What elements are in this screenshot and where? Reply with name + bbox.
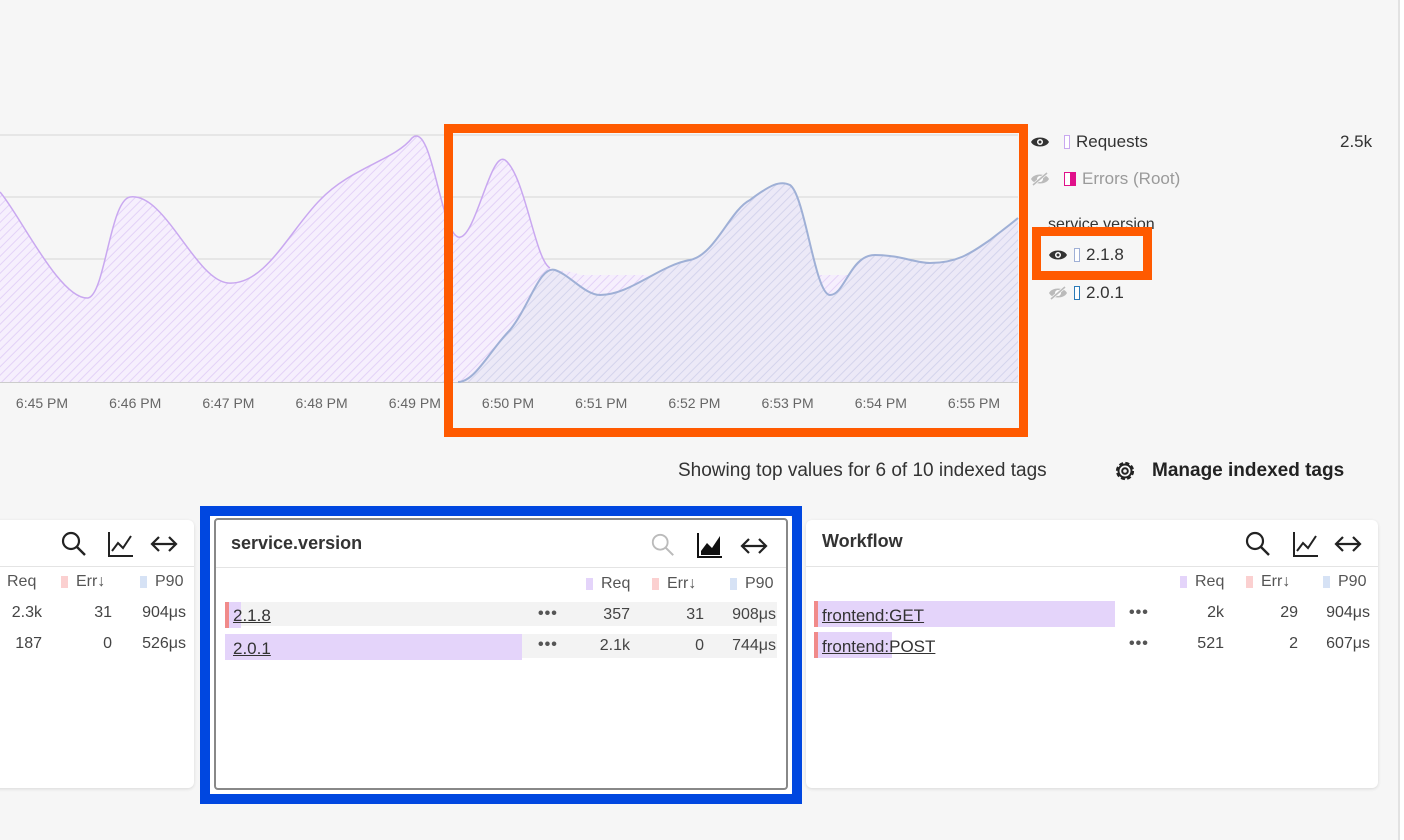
highlight-service-version-card — [200, 506, 802, 804]
tag-card-left: Req Err↓ P90 2.3k 31 904μs 187 0 526μs — [0, 520, 194, 788]
highlight-legend-version-218 — [1032, 227, 1152, 280]
errors-swatch — [1064, 172, 1076, 186]
line-chart-icon[interactable] — [107, 530, 135, 558]
legend-item-requests[interactable]: Requests — [1030, 132, 1148, 152]
gear-icon — [1115, 461, 1135, 481]
row1-req: 2.3k — [11, 604, 42, 621]
row2-req: 187 — [15, 635, 42, 652]
row1-err: 29 — [1280, 604, 1298, 621]
x-tick-label: 6:46 PM — [109, 395, 161, 411]
row1-p90: 904μs — [1326, 604, 1370, 621]
x-tick-label: 6:45 PM — [16, 395, 68, 411]
more-options-icon[interactable]: ••• — [1129, 635, 1149, 653]
tag-card-workflow: Workflow Req Err↓ P90 frontend:GET ••• 2… — [806, 520, 1378, 788]
x-tick-label: 6:47 PM — [202, 395, 254, 411]
row2-p90: 526μs — [142, 635, 186, 652]
col-head-req[interactable]: Req — [0, 573, 36, 591]
legend-item-version-201[interactable]: 2.0.1 — [1048, 283, 1124, 303]
x-tick-label: 6:48 PM — [296, 395, 348, 411]
row1-req: 2k — [1207, 604, 1224, 621]
col-head-p90[interactable]: P90 — [140, 573, 183, 591]
eye-slash-icon[interactable] — [1030, 172, 1050, 186]
x-tick-label: 6:49 PM — [389, 395, 441, 411]
indexed-tags-summary: Showing top values for 6 of 10 indexed t… — [678, 460, 1047, 481]
page: 6:45 PM 6:46 PM 6:47 PM 6:48 PM 6:49 PM 6:50 … — [0, 0, 1404, 840]
col-head-req[interactable]: Req — [1180, 573, 1224, 591]
eye-icon[interactable] — [1030, 135, 1050, 149]
more-options-icon[interactable]: ••• — [1129, 604, 1149, 622]
manage-indexed-tags-label: Manage indexed tags — [1152, 460, 1345, 481]
card-divider — [0, 566, 194, 567]
requests-swatch — [1064, 135, 1070, 149]
error-indicator — [814, 601, 818, 627]
legend-version-201-label: 2.0.1 — [1086, 283, 1124, 302]
card-title: Workflow — [822, 531, 903, 551]
legend-requests-label: Requests — [1076, 132, 1148, 151]
expand-horizontal-icon[interactable] — [149, 532, 179, 556]
row2-req: 521 — [1197, 635, 1224, 652]
version-201-swatch — [1074, 286, 1080, 300]
tag-value-link[interactable]: frontend:POST — [822, 637, 935, 657]
col-head-err[interactable]: Err↓ — [61, 573, 105, 591]
error-indicator — [814, 632, 818, 658]
row1-err: 31 — [94, 604, 112, 621]
search-icon[interactable] — [1244, 530, 1272, 558]
line-chart-icon[interactable] — [1292, 530, 1320, 558]
eye-slash-icon[interactable] — [1048, 286, 1068, 300]
legend-requests-value: 2.5k — [1340, 132, 1373, 151]
row1-p90: 904μs — [142, 604, 186, 621]
legend-errors-label: Errors (Root) — [1082, 169, 1181, 188]
search-icon[interactable] — [60, 530, 88, 558]
row2-p90: 607μs — [1326, 635, 1370, 652]
panel-edge — [1400, 0, 1404, 840]
manage-indexed-tags-button[interactable]: Manage indexed tags — [1112, 458, 1344, 484]
legend-item-errors[interactable]: Errors (Root) — [1030, 169, 1180, 189]
card-divider — [806, 566, 1378, 567]
row2-err: 2 — [1289, 635, 1298, 652]
expand-horizontal-icon[interactable] — [1333, 532, 1363, 556]
tag-value-link[interactable]: frontend:GET — [822, 606, 924, 626]
col-head-p90[interactable]: P90 — [1323, 573, 1366, 591]
row2-err: 0 — [103, 635, 112, 652]
highlight-chart-region — [444, 124, 1028, 437]
col-head-err[interactable]: Err↓ — [1246, 573, 1290, 591]
